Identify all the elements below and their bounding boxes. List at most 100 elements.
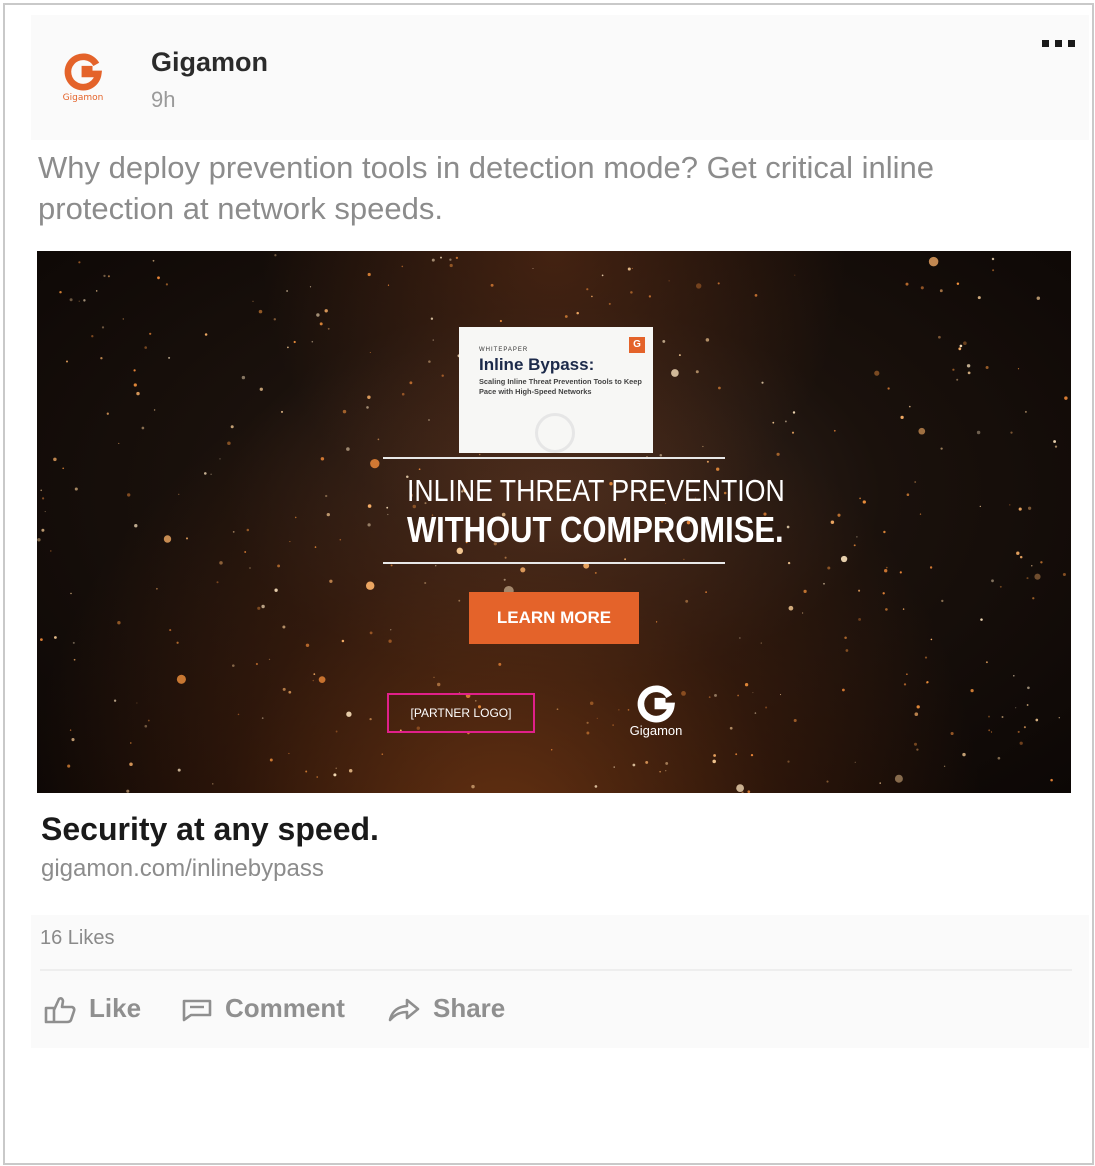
sparkle [288, 752, 290, 755]
sparkle [1001, 716, 1004, 718]
more-dot-icon [1055, 40, 1062, 47]
post-author[interactable]: Gigamon [151, 47, 268, 78]
sparkle [157, 276, 160, 280]
link-url[interactable]: gigamon.com/inlinebypass [41, 855, 324, 883]
sparkle [823, 582, 825, 585]
comment-button[interactable]: Comment [181, 993, 345, 1024]
sparkle [449, 258, 452, 261]
sparkle [729, 726, 733, 730]
sparkle [613, 766, 615, 768]
sparkle [478, 453, 481, 456]
whitepaper-subtitle: Scaling Inline Threat Prevention Tools t… [479, 377, 642, 396]
sparkle [367, 272, 371, 277]
whitepaper-title: Inline Bypass: [479, 355, 595, 374]
sparkle [787, 561, 791, 565]
like-button[interactable]: Like [43, 993, 141, 1024]
sparkle [40, 489, 42, 492]
sparkle [257, 606, 261, 610]
sparkle [67, 764, 71, 768]
sparkle [133, 369, 136, 372]
sparkle [490, 283, 494, 287]
sparkle [74, 487, 78, 491]
sparkle [992, 269, 995, 272]
sparkle [564, 315, 568, 318]
sparkle [455, 256, 459, 260]
sparkle [632, 763, 636, 767]
sparkle [879, 782, 881, 784]
sparkle [168, 356, 171, 359]
sparkle [772, 421, 775, 424]
sparkle [100, 357, 103, 360]
sparkle [887, 387, 890, 390]
sparkle [498, 662, 502, 666]
sparkle [59, 290, 62, 294]
sparkle [204, 333, 208, 336]
sparkle [288, 690, 292, 694]
partner-logo-placeholder: [PARTNER LOGO] [387, 693, 535, 733]
likes-count[interactable]: 16 Likes [40, 927, 115, 950]
sparkle [885, 566, 888, 569]
sparkle [1036, 296, 1041, 300]
whitepaper-label: WHITEPAPER [479, 347, 529, 353]
sparkle [840, 555, 848, 563]
sparkle [401, 392, 405, 396]
sparkle [176, 674, 186, 684]
sparkle [786, 525, 790, 529]
sparkle [369, 351, 371, 354]
sparkle [428, 419, 430, 421]
more-options-button[interactable] [1042, 40, 1075, 47]
sparkle [134, 524, 138, 528]
sparkle [369, 631, 373, 635]
sparkle [449, 263, 453, 268]
sparkle [985, 365, 989, 370]
sparkle [801, 612, 804, 614]
sparkle [282, 625, 286, 629]
sparkle [845, 649, 849, 652]
sparkle [287, 346, 289, 349]
sparkle [316, 776, 318, 778]
sparkle [883, 530, 886, 534]
sparkle [741, 791, 744, 793]
sparkle [1018, 507, 1022, 511]
sparkle [999, 585, 1002, 588]
post-card: Gigamon Gigamon 9h Why deploy prevention… [3, 3, 1094, 1165]
sparkle [141, 426, 145, 430]
sparkle [586, 731, 590, 735]
sparkle [997, 756, 1001, 760]
sparkle [305, 770, 308, 773]
sparkle [856, 536, 858, 538]
sparkle [874, 370, 880, 376]
sparkle [977, 296, 981, 300]
sparkle [249, 567, 251, 569]
sparkle [926, 680, 929, 684]
sparkle [991, 579, 994, 583]
sparkle [130, 742, 132, 744]
sparkle [627, 267, 631, 271]
sparkle [333, 773, 337, 777]
sparkle [858, 589, 861, 592]
sparkle [780, 694, 782, 696]
ad-image[interactable]: G WHITEPAPER Inline Bypass: Scaling Inli… [37, 251, 1071, 793]
sparkle [106, 412, 109, 415]
link-headline[interactable]: Security at any speed. [41, 811, 379, 848]
sparkle [277, 564, 281, 568]
share-button[interactable]: Share [387, 993, 505, 1024]
sparkle [791, 431, 795, 434]
sparkle [739, 637, 741, 639]
learn-more-button[interactable]: LEARN MORE [469, 592, 639, 644]
sparkle [853, 544, 856, 547]
sparkle [695, 370, 699, 374]
sparkle [370, 458, 380, 469]
sparkle [122, 318, 125, 320]
sparkle [970, 689, 974, 693]
sparkle [335, 730, 338, 733]
sparkle [293, 340, 296, 344]
sparkle [991, 257, 995, 261]
sparkle [381, 753, 384, 755]
sparkle [1019, 555, 1023, 559]
sparkle [313, 673, 316, 675]
sparkle [1016, 551, 1020, 555]
avatar[interactable]: Gigamon [45, 53, 121, 113]
sparkle [69, 729, 72, 731]
sparkle [988, 729, 991, 732]
